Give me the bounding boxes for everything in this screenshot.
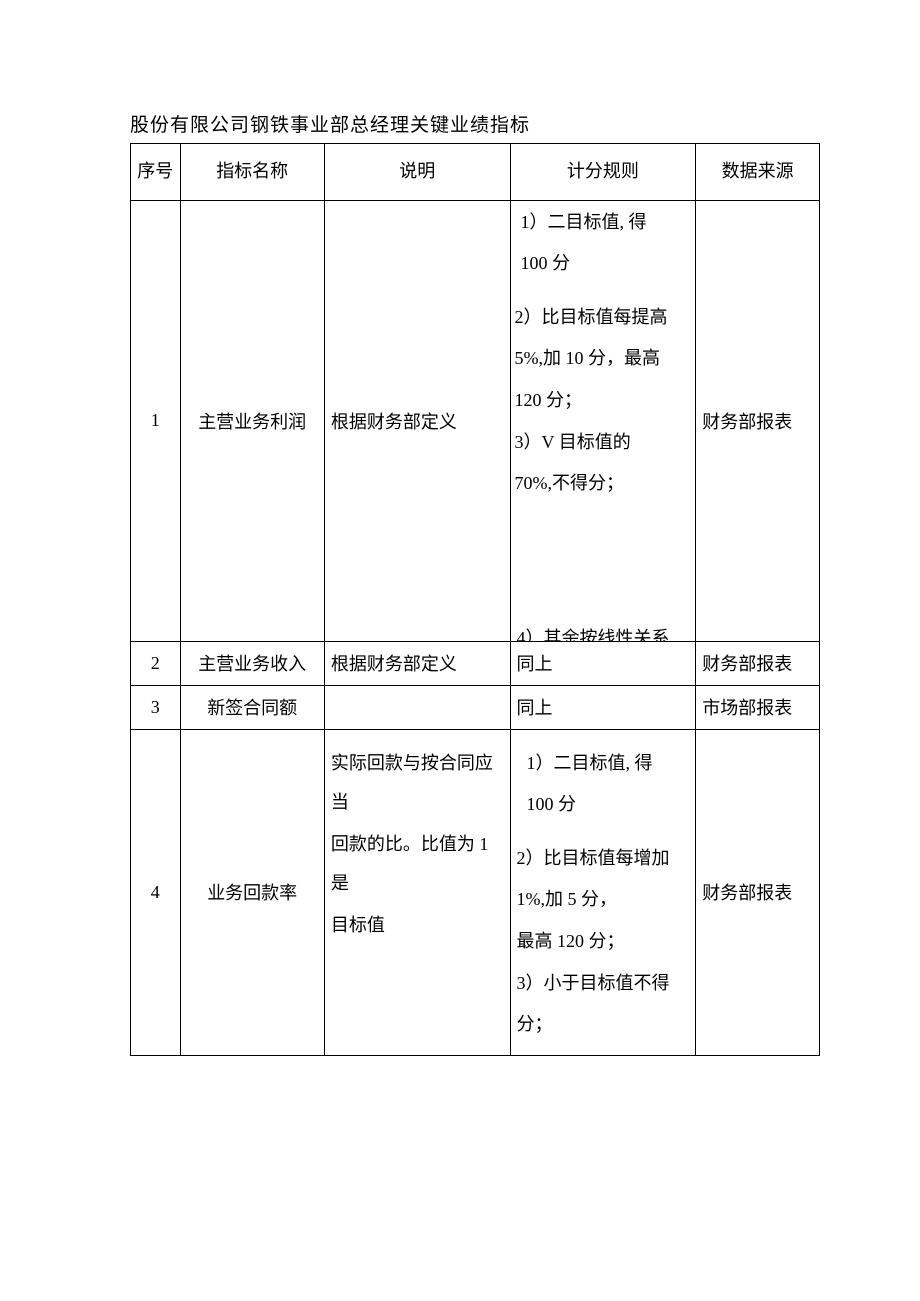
- col-name: 指标名称: [180, 144, 324, 201]
- rule-line: 100 分: [511, 244, 696, 284]
- rule-line: 3）小于目标值不得: [517, 964, 692, 1004]
- col-rule: 计分规则: [510, 144, 696, 201]
- rule-line: 2）比目标值每提高: [511, 298, 696, 338]
- cell-rule: 1）二目标值, 得 100 分 2）比目标值每提高 5%,加 10 分，最高 1…: [510, 200, 696, 641]
- cell-seq: 1: [131, 200, 181, 641]
- cell-source: 市场部报表: [696, 685, 820, 729]
- cell-desc: 根据财务部定义: [324, 200, 510, 641]
- kpi-table: 序号 指标名称 说明 计分规则 数据来源 1 主营业务利润 根据财务部定义 1）…: [130, 143, 820, 1056]
- col-seq: 序号: [131, 144, 181, 201]
- cell-seq: 4: [131, 729, 181, 1055]
- rule-line: 1）二目标值, 得: [517, 744, 692, 784]
- cell-name: 业务回款率: [180, 729, 324, 1055]
- rule-line-cut: 4）其余按线性关系: [517, 619, 690, 641]
- col-source: 数据来源: [696, 144, 820, 201]
- rule-line: 1%,加 5 分，: [517, 880, 692, 920]
- cell-desc: [324, 685, 510, 729]
- cell-rule: 同上: [510, 641, 696, 685]
- cell-source: 财务部报表: [696, 641, 820, 685]
- cell-source: 财务部报表: [696, 729, 820, 1055]
- cell-desc: 实际回款与按合同应当 回款的比。比值为 1 是 目标值: [324, 729, 510, 1055]
- rule-line: 100 分: [517, 785, 692, 825]
- table-header-row: 序号 指标名称 说明 计分规则 数据来源: [131, 144, 820, 201]
- cell-source: 财务部报表: [696, 200, 820, 641]
- cell-name: 主营业务收入: [180, 641, 324, 685]
- cell-name: 主营业务利润: [180, 200, 324, 641]
- rule-line: 最高 120 分；: [517, 922, 692, 962]
- rule-line: 1）二目标值, 得: [511, 203, 696, 243]
- rule-line: 5%,加 10 分，最高: [511, 339, 696, 379]
- cell-seq: 3: [131, 685, 181, 729]
- document-title: 股份有限公司钢铁事业部总经理关键业绩指标: [130, 110, 820, 137]
- cell-desc: 根据财务部定义: [324, 641, 510, 685]
- col-desc: 说明: [324, 144, 510, 201]
- rule-line: 2）比目标值每增加: [517, 839, 692, 879]
- table-row: 3 新签合同额 同上 市场部报表: [131, 685, 820, 729]
- rule-line: 120 分；: [511, 381, 696, 421]
- desc-line: 回款的比。比值为 1 是: [331, 825, 506, 904]
- cell-rule: 同上: [510, 685, 696, 729]
- cell-seq: 2: [131, 641, 181, 685]
- page: 股份有限公司钢铁事业部总经理关键业绩指标 序号 指标名称 说明 计分规则 数据来…: [0, 0, 920, 1056]
- desc-line: 实际回款与按合同应当: [331, 744, 506, 823]
- rule-line: 分；: [517, 1005, 692, 1045]
- cell-rule: 1）二目标值, 得 100 分 2）比目标值每增加 1%,加 5 分， 最高 1…: [510, 729, 696, 1055]
- cell-name: 新签合同额: [180, 685, 324, 729]
- table-row: 4 业务回款率 实际回款与按合同应当 回款的比。比值为 1 是 目标值 1）二目…: [131, 729, 820, 1055]
- table-row: 1 主营业务利润 根据财务部定义 1）二目标值, 得 100 分 2）比目标值每…: [131, 200, 820, 641]
- rule-line: 70%,不得分；: [511, 464, 696, 504]
- desc-line: 目标值: [331, 906, 506, 946]
- table-row: 2 主营业务收入 根据财务部定义 同上 财务部报表: [131, 641, 820, 685]
- rule-line: 3）V 目标值的: [511, 423, 696, 463]
